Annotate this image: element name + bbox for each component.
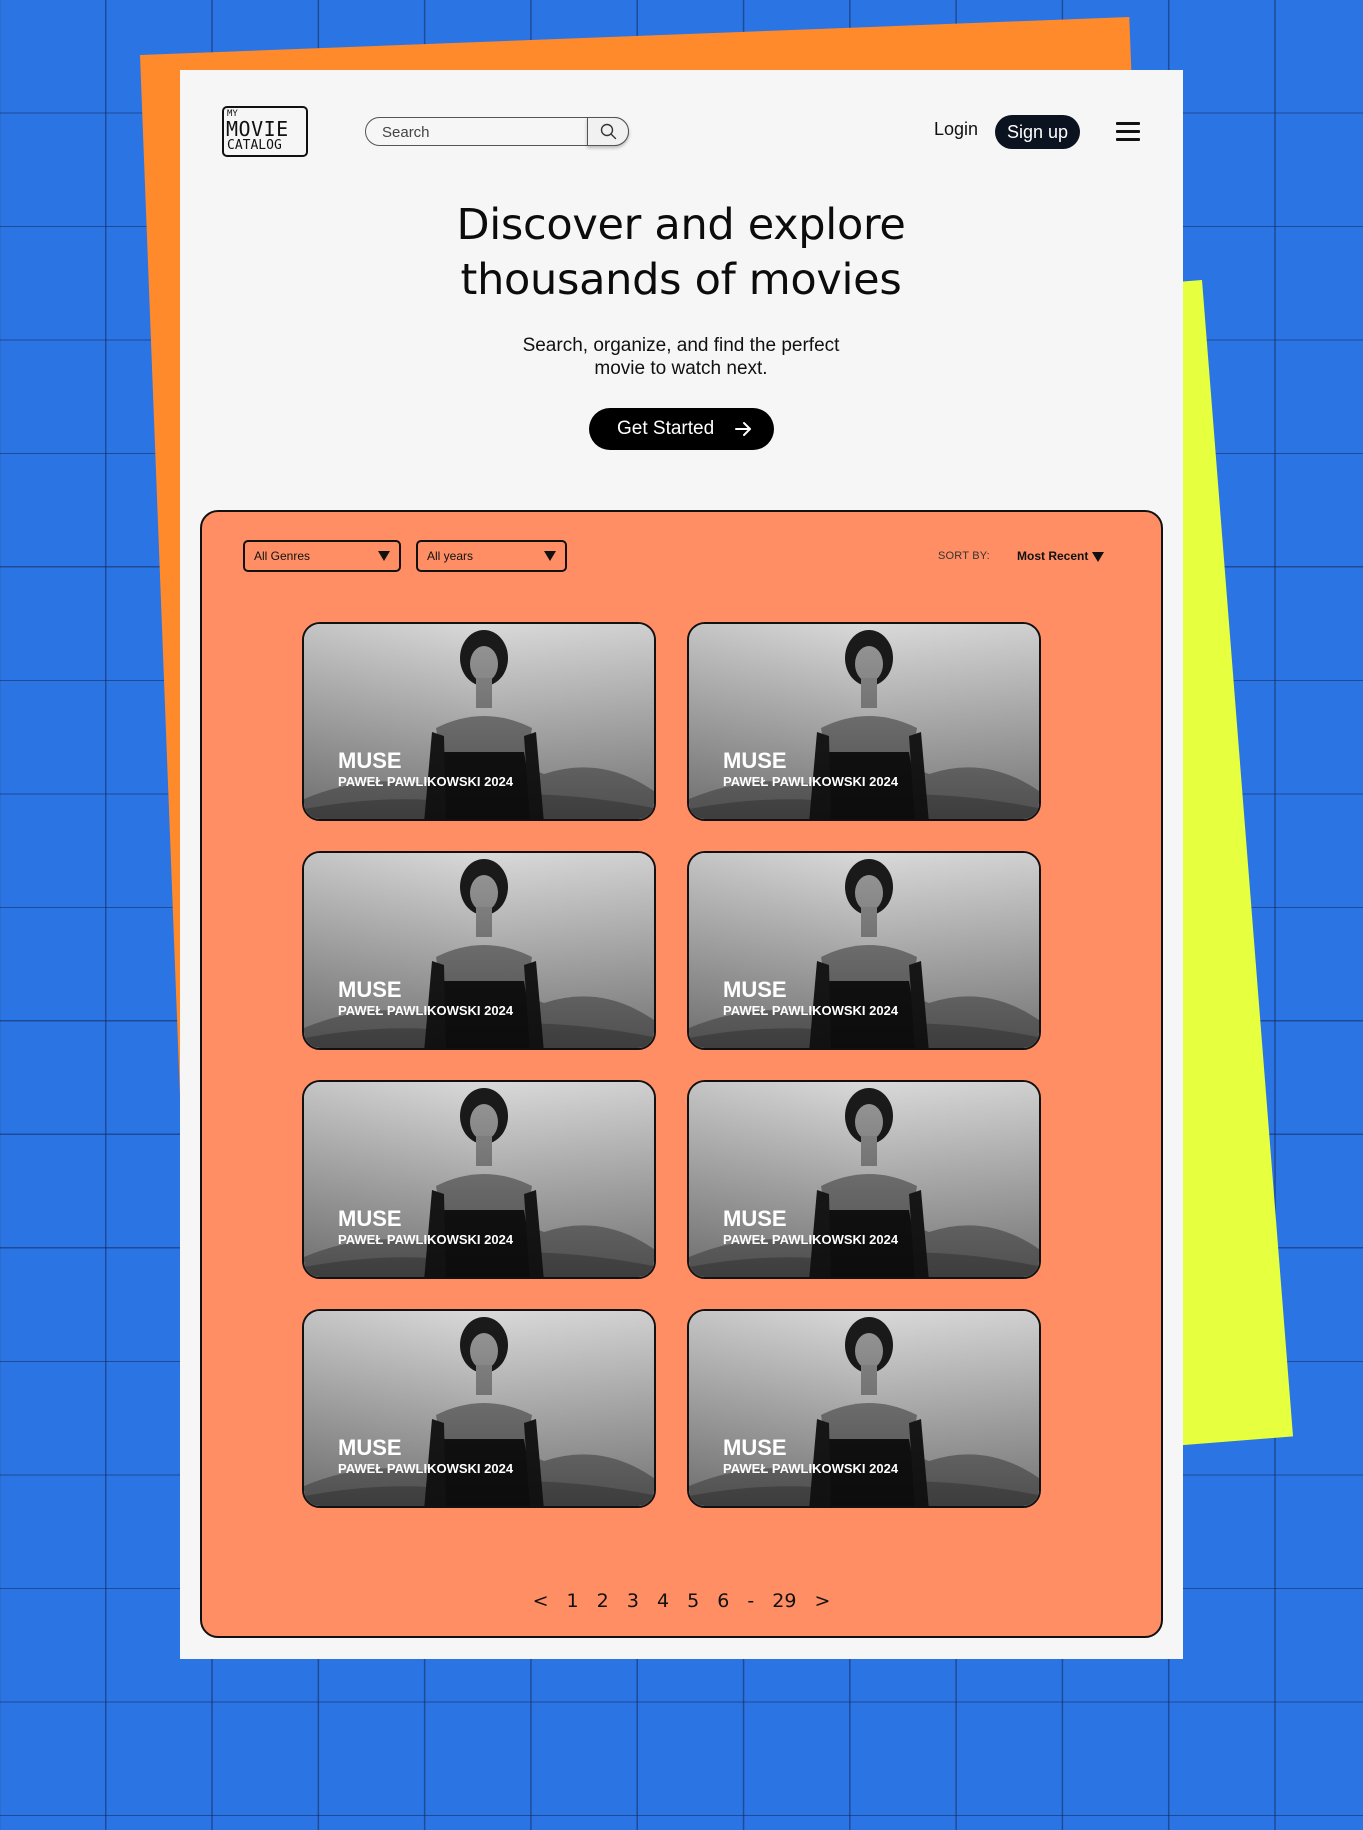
movie-card[interactable]: MUSE PAWEŁ PAWLIKOWSKI 2024: [302, 622, 656, 821]
pagination-next[interactable]: >: [815, 1590, 831, 1612]
movie-poster-image: [304, 853, 654, 1048]
logo-line-catalog: CATALOG: [227, 138, 282, 153]
search-input[interactable]: [380, 122, 584, 143]
movie-title: MUSE: [338, 977, 402, 1002]
search-bar: [365, 116, 629, 146]
pagination-page[interactable]: 2: [597, 1590, 609, 1612]
movie-title: MUSE: [338, 1435, 402, 1460]
movie-card[interactable]: MUSE PAWEŁ PAWLIKOWSKI 2024: [687, 1080, 1041, 1279]
movie-director-year: PAWEŁ PAWLIKOWSKI 2024: [338, 1461, 514, 1476]
signup-button[interactable]: Sign up: [995, 115, 1080, 149]
movie-poster-image: [304, 1082, 654, 1277]
catalog-panel: All Genres All years SORT BY: Most Recen…: [200, 510, 1163, 1638]
caret-down-icon: [378, 551, 390, 561]
search-icon: [600, 123, 617, 139]
year-dropdown-value: All years: [427, 549, 474, 563]
search-button[interactable]: [587, 116, 629, 146]
movie-card[interactable]: MUSE PAWEŁ PAWLIKOWSKI 2024: [302, 851, 656, 1050]
caret-down-icon[interactable]: [1092, 552, 1104, 562]
movie-director-year: PAWEŁ PAWLIKOWSKI 2024: [723, 1003, 899, 1018]
login-link[interactable]: Login: [934, 119, 978, 140]
pagination-page[interactable]: 4: [657, 1590, 669, 1612]
hero-subtitle: Search, organize, and find the perfect m…: [430, 334, 932, 380]
title-line-2: thousands of movies: [460, 255, 902, 305]
movie-title: MUSE: [723, 1435, 787, 1460]
movie-poster-image: [689, 853, 1039, 1048]
movie-poster-image: [304, 624, 654, 819]
movie-poster-image: [689, 624, 1039, 819]
movie-poster-image: [304, 1311, 654, 1506]
movie-card[interactable]: MUSE PAWEŁ PAWLIKOWSKI 2024: [302, 1309, 656, 1508]
movie-title: MUSE: [723, 977, 787, 1002]
genre-dropdown-value: All Genres: [254, 549, 311, 563]
movie-director-year: PAWEŁ PAWLIKOWSKI 2024: [723, 1232, 899, 1247]
pagination-page[interactable]: 5: [687, 1590, 699, 1612]
sort-dropdown[interactable]: Most Recent: [1017, 549, 1088, 563]
movie-director-year: PAWEŁ PAWLIKOWSKI 2024: [723, 1461, 899, 1476]
site-logo[interactable]: MY MOVIE CATALOG: [222, 106, 308, 157]
year-dropdown[interactable]: All years: [416, 540, 567, 572]
movie-director-year: PAWEŁ PAWLIKOWSKI 2024: [338, 774, 514, 789]
genre-dropdown[interactable]: All Genres: [243, 540, 401, 572]
movie-title: MUSE: [723, 1206, 787, 1231]
pagination-page[interactable]: 1: [567, 1590, 579, 1612]
pagination-page[interactable]: 6: [717, 1590, 729, 1612]
movie-card[interactable]: MUSE PAWEŁ PAWLIKOWSKI 2024: [687, 1309, 1041, 1508]
pagination-page[interactable]: 3: [627, 1590, 639, 1612]
page-window: MY MOVIE CATALOG Login Sign up Discover …: [180, 70, 1183, 1659]
movie-director-year: PAWEŁ PAWLIKOWSKI 2024: [338, 1232, 514, 1247]
sort-by-label: SORT BY:: [938, 550, 990, 562]
movie-director-year: PAWEŁ PAWLIKOWSKI 2024: [338, 1003, 514, 1018]
get-started-button[interactable]: Get Started: [589, 408, 774, 450]
pagination-page-last[interactable]: 29: [772, 1590, 796, 1612]
menu-icon[interactable]: [1116, 122, 1140, 141]
movie-title: MUSE: [338, 748, 402, 773]
movie-card[interactable]: MUSE PAWEŁ PAWLIKOWSKI 2024: [687, 622, 1041, 821]
pagination: < 1 2 3 4 5 6 - 29 >: [202, 1590, 1161, 1612]
movie-title: MUSE: [723, 748, 787, 773]
movie-card[interactable]: MUSE PAWEŁ PAWLIKOWSKI 2024: [302, 1080, 656, 1279]
movie-poster-image: [689, 1311, 1039, 1506]
movie-title: MUSE: [338, 1206, 402, 1231]
subtitle-line-2: movie to watch next.: [594, 358, 768, 379]
movie-poster-image: [689, 1082, 1039, 1277]
page-title: Discover and explore thousands of movies: [360, 198, 1002, 308]
get-started-label: Get Started: [617, 418, 715, 439]
movie-card[interactable]: MUSE PAWEŁ PAWLIKOWSKI 2024: [687, 851, 1041, 1050]
arrow-right-icon: [735, 422, 751, 436]
pagination-prev[interactable]: <: [533, 1590, 549, 1612]
subtitle-line-1: Search, organize, and find the perfect: [522, 335, 840, 356]
caret-down-icon: [544, 551, 556, 561]
title-line-1: Discover and explore: [456, 200, 906, 250]
movie-director-year: PAWEŁ PAWLIKOWSKI 2024: [723, 774, 899, 789]
pagination-ellipsis: -: [747, 1590, 755, 1612]
